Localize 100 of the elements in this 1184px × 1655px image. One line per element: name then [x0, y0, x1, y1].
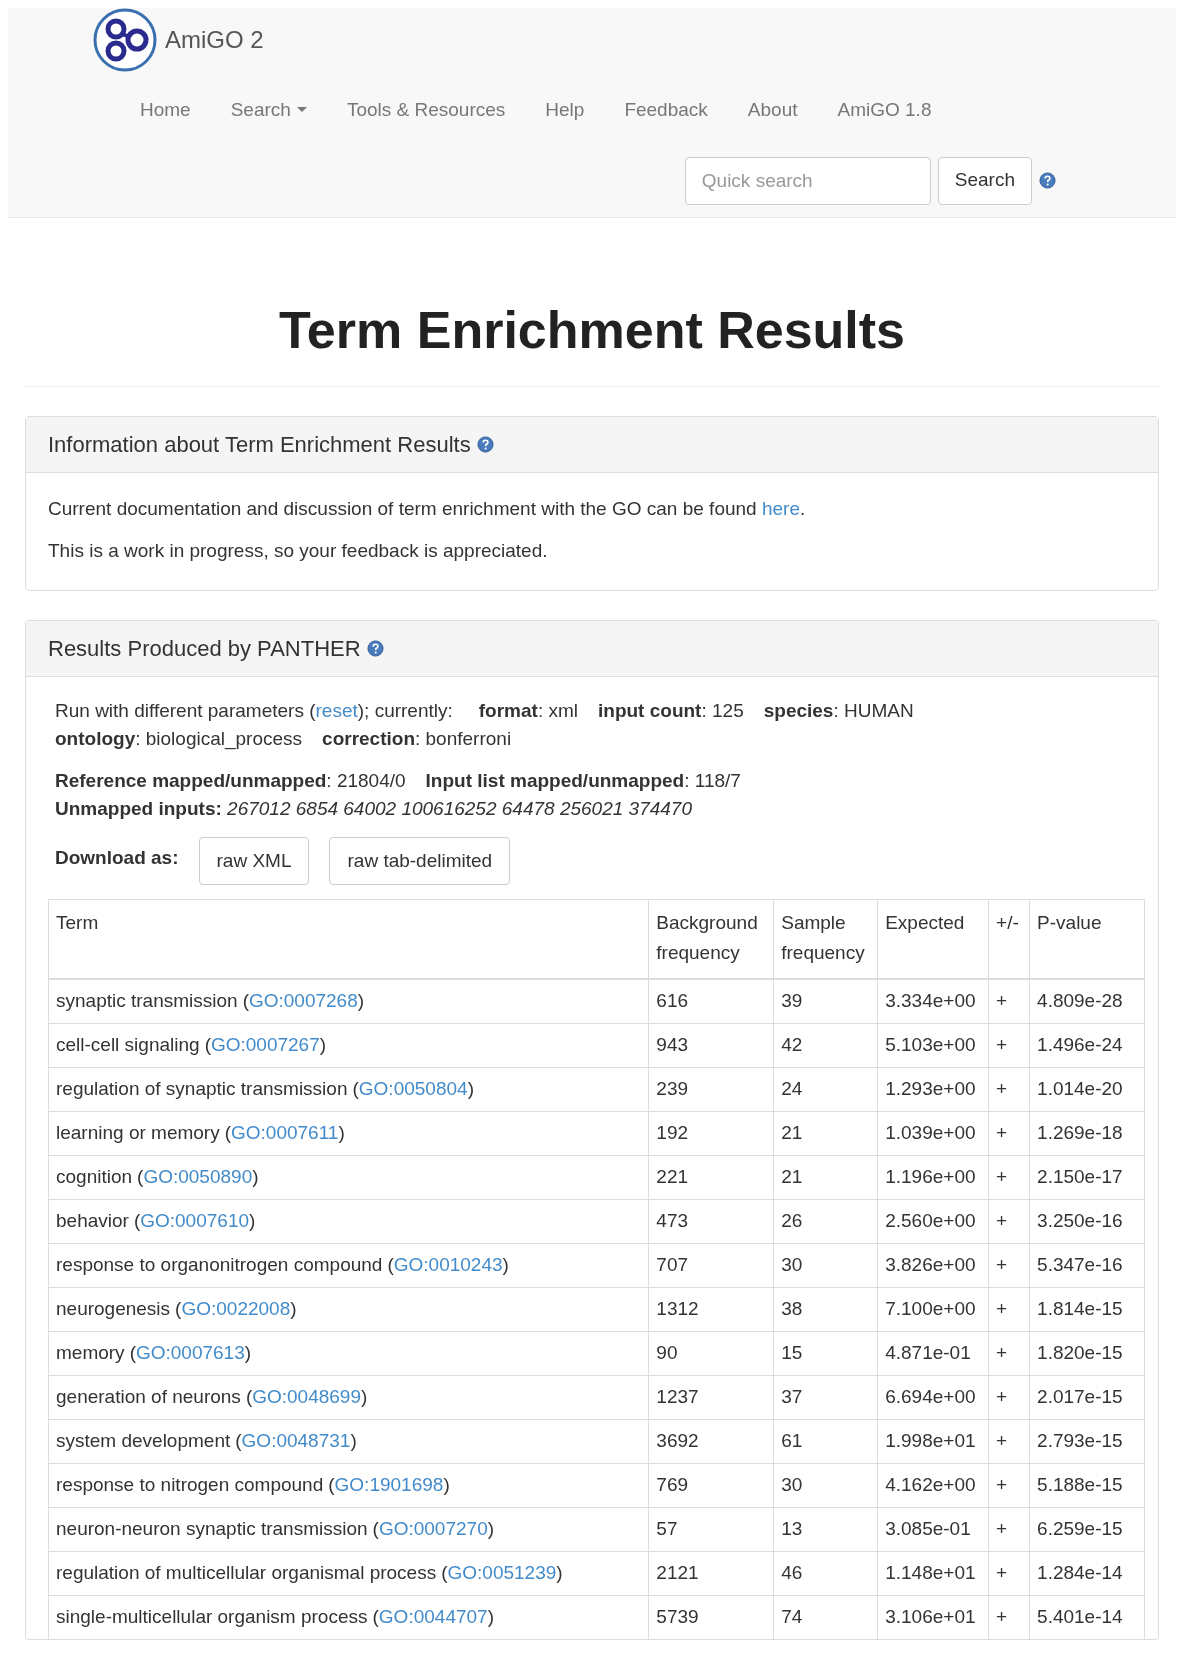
mapping-text: Reference mapped/unmapped: 21804/0 — [55, 769, 406, 793]
table-cell-text: 3.826e+00 — [885, 1254, 976, 1275]
term-text: cognition — [56, 1166, 133, 1187]
page-title: Term Enrichment Results — [277, 300, 907, 360]
table-cell-text: 1.814e-15 — [1037, 1298, 1123, 1319]
table-cell-text: + — [996, 1034, 1008, 1055]
column-header: +/- — [996, 912, 1019, 933]
reset-link[interactable]: reset — [315, 700, 358, 721]
go-reference: (GO:0051239) — [441, 1562, 563, 1583]
logo-icon[interactable] — [93, 8, 157, 72]
go-id-link[interactable]: GO:0044707 — [378, 1606, 488, 1627]
download-button[interactable]: raw tab-delimited — [329, 837, 511, 885]
nav-link[interactable]: Tools & Resources — [326, 84, 526, 137]
table-cell-text: 3.250e-16 — [1037, 1210, 1123, 1231]
go-id-link[interactable]: GO:1901698 — [334, 1474, 444, 1495]
nav-link[interactable]: Home — [120, 84, 211, 137]
table-cell-text: 769 — [656, 1474, 688, 1495]
term-text: behavior — [56, 1210, 129, 1231]
term-text: neuron-neuron synaptic transmission — [56, 1518, 368, 1539]
go-reference: (GO:0048699) — [245, 1386, 368, 1407]
help-icon[interactable] — [1039, 172, 1056, 189]
go-id-link[interactable]: GO:0048731 — [241, 1430, 351, 1451]
term-text: regulation of multicellular organismal process — [56, 1562, 437, 1583]
go-reference: (GO:1901698) — [328, 1474, 450, 1495]
go-reference: (GO:0007267) — [204, 1034, 327, 1055]
column-header: Sample frequency — [781, 912, 865, 963]
go-reference: (GO:0022008) — [175, 1298, 297, 1319]
go-id-link[interactable]: GO:0007613 — [135, 1342, 245, 1363]
quick-search-field[interactable]: Quick search — [684, 156, 931, 205]
table-cell-text: 46 — [781, 1562, 803, 1583]
table-cell-text: 4.871e-01 — [885, 1342, 971, 1363]
table-cell-text: 1312 — [656, 1298, 699, 1319]
table-cell-text: 15 — [781, 1342, 803, 1363]
term-text: response to organonitrogen compound — [56, 1254, 383, 1275]
term-text: generation of neurons — [56, 1386, 241, 1407]
brand-link[interactable]: AmiGO 2 — [165, 22, 264, 58]
go-reference: (GO:0044707) — [372, 1606, 494, 1627]
table-cell-text: 21 — [781, 1122, 803, 1143]
progress-note: This is a work in progress, so your feedback is appreciated. — [48, 539, 549, 563]
table-cell-text: 707 — [656, 1254, 688, 1275]
table-cell-text: 1.284e-14 — [1037, 1562, 1123, 1583]
table-cell-text: + — [996, 1078, 1008, 1099]
go-id-link[interactable]: GO:0007267 — [210, 1034, 320, 1055]
table-cell-text: 2.793e-15 — [1037, 1430, 1123, 1451]
table-cell-text: 21 — [781, 1166, 803, 1187]
help-icon[interactable] — [366, 640, 384, 657]
parameter-text: input count: 125 — [598, 699, 744, 723]
go-id-link[interactable]: GO:0007611 — [231, 1122, 339, 1143]
table-cell-text: 61 — [781, 1430, 803, 1451]
parameter-text: species: HUMAN — [763, 699, 914, 723]
table-cell-text: 192 — [656, 1122, 688, 1143]
go-id-link[interactable]: GO:0010243 — [393, 1254, 503, 1275]
go-id-link[interactable]: GO:0050804 — [358, 1078, 468, 1099]
table-cell-text: 1.148e+01 — [885, 1562, 976, 1583]
table-cell-text: + — [996, 1210, 1008, 1231]
go-id-link[interactable]: GO:0048699 — [252, 1386, 361, 1407]
parameters-text: Run with different parameters (reset); currently: — [55, 699, 453, 723]
go-id-link[interactable]: GO:0007268 — [248, 990, 358, 1012]
download-button[interactable]: raw XML — [198, 837, 310, 885]
search-button[interactable]: Search — [937, 156, 1032, 205]
nav-link[interactable]: AmiGO 1.8 — [817, 84, 952, 137]
table-cell-text: 26 — [781, 1210, 803, 1231]
go-id-link[interactable]: GO:0007610 — [140, 1210, 250, 1231]
table-cell-text: + — [996, 1518, 1008, 1539]
term-text: memory — [56, 1342, 125, 1363]
go-id-link[interactable]: GO:0022008 — [181, 1298, 291, 1319]
table-cell-text: 90 — [656, 1342, 678, 1363]
table-cell-text: 7.100e+00 — [885, 1298, 976, 1319]
unmapped-inputs-text: Unmapped inputs: 267012 6854 64002 100616252 64478 256021 374470 — [55, 797, 693, 821]
table-cell-text: 221 — [656, 1166, 688, 1187]
help-icon[interactable] — [476, 436, 494, 453]
go-reference: (GO:0010243) — [387, 1254, 509, 1275]
go-id-link[interactable]: GO:0007270 — [378, 1518, 488, 1539]
panel-heading: Information about Term Enrichment Results — [48, 431, 471, 459]
table-cell-text: 4.809e-28 — [1037, 990, 1123, 1012]
table-cell-text: + — [996, 990, 1008, 1012]
table-cell-text: 3.334e+00 — [885, 990, 976, 1012]
go-reference: (GO:0048731) — [235, 1430, 357, 1451]
table-cell-text: + — [996, 1474, 1008, 1495]
term-text: learning or memory — [56, 1122, 220, 1143]
panel-heading: Results Produced by PANTHER — [48, 635, 361, 663]
nav-link[interactable]: Feedback — [604, 84, 728, 137]
term-text: regulation of synaptic transmission — [56, 1078, 348, 1099]
table-cell-text: + — [996, 1430, 1008, 1451]
nav-link[interactable]: About — [727, 84, 818, 137]
table-cell-text: 1237 — [656, 1386, 699, 1407]
nav-link[interactable]: Help — [525, 84, 605, 137]
table-cell-text: 1.293e+00 — [885, 1078, 976, 1099]
table-cell-text: 1.269e-18 — [1037, 1122, 1123, 1143]
here-link[interactable]: here — [761, 498, 800, 519]
go-id-link[interactable]: GO:0051239 — [447, 1562, 557, 1583]
table-cell-text: 239 — [656, 1078, 688, 1099]
table-cell-text: + — [996, 1386, 1008, 1407]
table-cell-text: 2.560e+00 — [885, 1210, 976, 1231]
nav-link[interactable]: Search — [210, 84, 327, 137]
table-cell-text: 4.162e+00 — [885, 1474, 976, 1495]
table-cell-text: 5.103e+00 — [885, 1034, 976, 1055]
go-id-link[interactable]: GO:0050890 — [143, 1166, 253, 1187]
go-reference: (GO:0007270) — [372, 1518, 495, 1539]
table-cell-text: 1.998e+01 — [885, 1430, 976, 1451]
